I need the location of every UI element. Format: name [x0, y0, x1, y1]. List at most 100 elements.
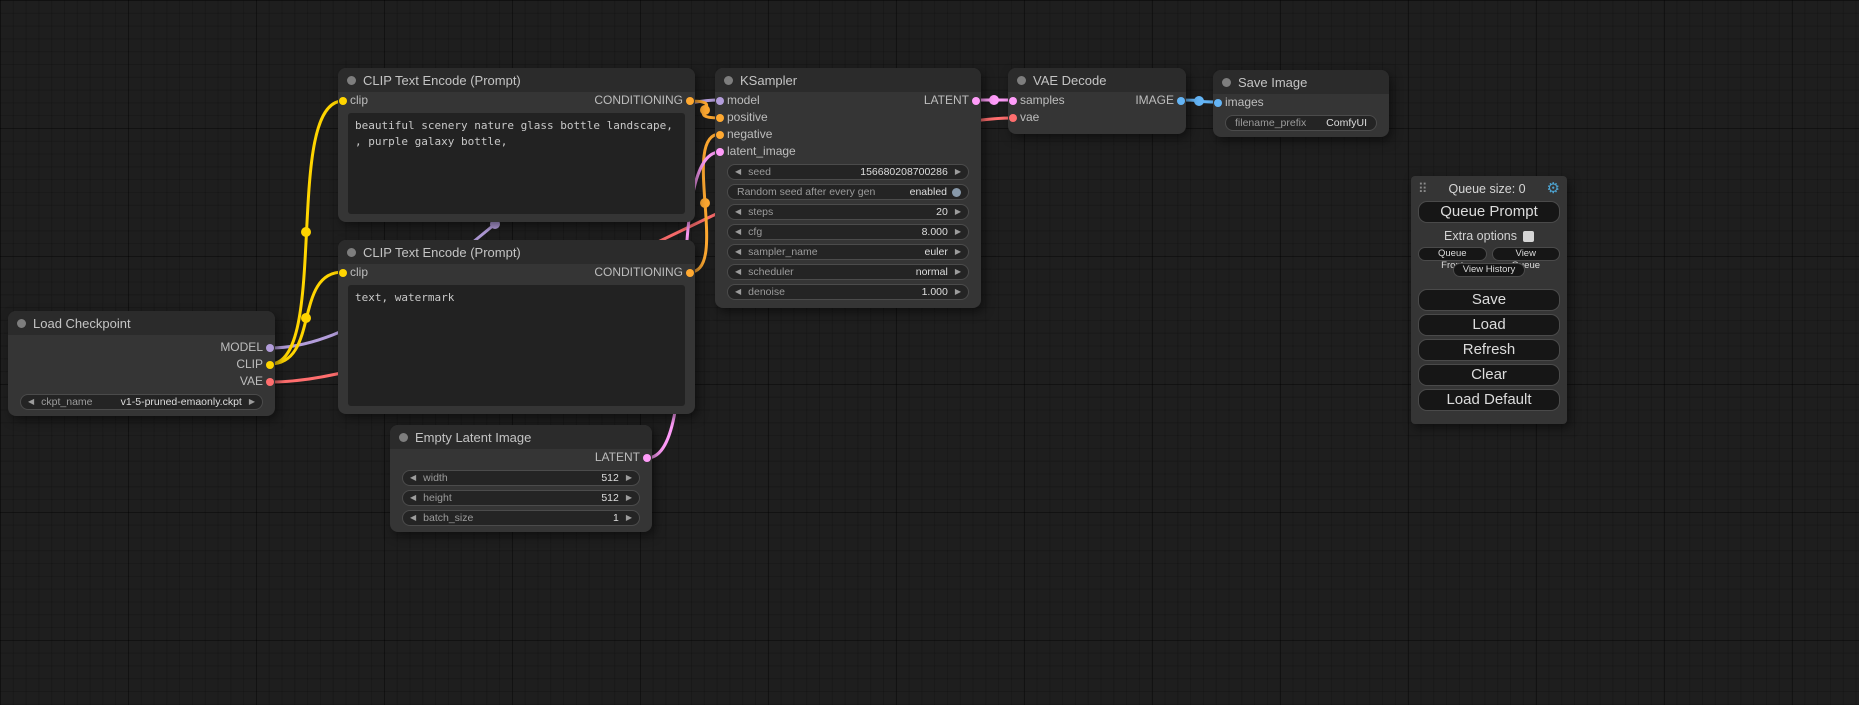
view-queue-button[interactable]: View Queue — [1492, 247, 1561, 261]
load-default-button[interactable]: Load Default — [1418, 389, 1560, 411]
sampler-name-widget[interactable]: ◀ sampler_name euler ▶ — [727, 244, 969, 260]
widget-value: 156680208700286 — [860, 166, 948, 178]
conditioning-output-label: CONDITIONING — [594, 264, 683, 281]
node-ksampler[interactable]: KSampler model LATENT positive negative … — [715, 68, 981, 308]
ckpt-name-widget[interactable]: ◀ ckpt_name v1-5-pruned-emaonly.ckpt ▶ — [20, 394, 263, 410]
decrement-arrow-icon[interactable]: ◀ — [735, 208, 741, 216]
collapse-dot-icon[interactable] — [17, 319, 26, 328]
images-input-slot[interactable] — [1214, 99, 1222, 107]
batch-size-widget[interactable]: ◀ batch_size 1 ▶ — [402, 510, 640, 526]
clip-input-slot[interactable] — [339, 269, 347, 277]
positive-prompt-input[interactable]: beautiful scenery nature glass bottle la… — [348, 113, 685, 214]
vae-output-slot[interactable] — [266, 378, 274, 386]
toggle-indicator-icon[interactable] — [952, 188, 961, 197]
increment-arrow-icon[interactable]: ▶ — [249, 398, 255, 406]
decrement-arrow-icon[interactable]: ◀ — [28, 398, 34, 406]
conditioning-output-slot[interactable] — [686, 269, 694, 277]
widget-name: seed — [748, 166, 771, 178]
collapse-dot-icon[interactable] — [1222, 78, 1231, 87]
decrement-arrow-icon[interactable]: ◀ — [735, 288, 741, 296]
queue-front-button[interactable]: Queue Front — [1418, 247, 1487, 261]
node-clip-text-encode-positive[interactable]: CLIP Text Encode (Prompt) clip CONDITION… — [338, 68, 695, 222]
node-empty-latent-image[interactable]: Empty Latent Image LATENT ◀ width 512 ▶ … — [390, 425, 652, 532]
increment-arrow-icon[interactable]: ▶ — [955, 288, 961, 296]
save-button[interactable]: Save — [1418, 289, 1560, 311]
denoise-widget[interactable]: ◀ denoise 1.000 ▶ — [727, 284, 969, 300]
samples-input-slot[interactable] — [1009, 97, 1017, 105]
queue-prompt-button[interactable]: Queue Prompt — [1418, 201, 1560, 223]
increment-arrow-icon[interactable]: ▶ — [955, 168, 961, 176]
decrement-arrow-icon[interactable]: ◀ — [410, 474, 416, 482]
node-save-image[interactable]: Save Image images filename_prefix ComfyU… — [1213, 70, 1389, 137]
refresh-button[interactable]: Refresh — [1418, 339, 1560, 361]
latent-output-slot[interactable] — [643, 454, 651, 462]
model-input-label: model — [727, 92, 760, 109]
decrement-arrow-icon[interactable]: ◀ — [735, 268, 741, 276]
extra-options-checkbox[interactable] — [1523, 231, 1534, 242]
random-seed-toggle-widget[interactable]: Random seed after every gen enabled — [727, 184, 969, 200]
positive-input-label: positive — [727, 109, 768, 126]
increment-arrow-icon[interactable]: ▶ — [955, 248, 961, 256]
increment-arrow-icon[interactable]: ▶ — [955, 268, 961, 276]
link-midpoint-dot — [301, 227, 311, 237]
decrement-arrow-icon[interactable]: ◀ — [735, 168, 741, 176]
collapse-dot-icon[interactable] — [724, 76, 733, 85]
model-output-slot[interactable] — [266, 344, 274, 352]
node-title-bar[interactable]: KSampler — [715, 68, 981, 92]
scheduler-widget[interactable]: ◀ scheduler normal ▶ — [727, 264, 969, 280]
conditioning-output-slot[interactable] — [686, 97, 694, 105]
steps-widget[interactable]: ◀ steps 20 ▶ — [727, 204, 969, 220]
increment-arrow-icon[interactable]: ▶ — [626, 514, 632, 522]
increment-arrow-icon[interactable]: ▶ — [955, 228, 961, 236]
vae-output-label: VAE — [240, 373, 263, 390]
node-title-bar[interactable]: CLIP Text Encode (Prompt) — [338, 68, 695, 92]
node-title-bar[interactable]: Empty Latent Image — [390, 425, 652, 449]
clip-output-slot[interactable] — [266, 361, 274, 369]
node-graph-canvas[interactable]: Load Checkpoint MODEL CLIP VAE ◀ ckpt_na… — [0, 0, 1859, 705]
negative-prompt-input[interactable]: text, watermark — [348, 285, 685, 406]
latent-image-input-slot[interactable] — [716, 148, 724, 156]
width-widget[interactable]: ◀ width 512 ▶ — [402, 470, 640, 486]
decrement-arrow-icon[interactable]: ◀ — [735, 248, 741, 256]
node-vae-decode[interactable]: VAE Decode samples IMAGE vae — [1008, 68, 1186, 134]
decrement-arrow-icon[interactable]: ◀ — [410, 494, 416, 502]
node-title-bar[interactable]: Save Image — [1213, 70, 1389, 94]
drag-handle-icon[interactable]: ⠿ — [1418, 182, 1428, 195]
settings-gear-icon[interactable]: ⚙ — [1547, 181, 1560, 196]
collapse-dot-icon[interactable] — [1017, 76, 1026, 85]
decrement-arrow-icon[interactable]: ◀ — [735, 228, 741, 236]
increment-arrow-icon[interactable]: ▶ — [626, 494, 632, 502]
positive-input-slot[interactable] — [716, 114, 724, 122]
clip-input-slot[interactable] — [339, 97, 347, 105]
cfg-widget[interactable]: ◀ cfg 8.000 ▶ — [727, 224, 969, 240]
link-midpoint-dot — [989, 95, 999, 105]
latent-output-label: LATENT — [924, 92, 969, 109]
increment-arrow-icon[interactable]: ▶ — [626, 474, 632, 482]
node-title-bar[interactable]: VAE Decode — [1008, 68, 1186, 92]
node-load-checkpoint[interactable]: Load Checkpoint MODEL CLIP VAE ◀ ckpt_na… — [8, 311, 275, 416]
model-input-slot[interactable] — [716, 97, 724, 105]
increment-arrow-icon[interactable]: ▶ — [955, 208, 961, 216]
vae-input-slot[interactable] — [1009, 114, 1017, 122]
latent-output-slot[interactable] — [972, 97, 980, 105]
seed-widget[interactable]: ◀ seed 156680208700286 ▶ — [727, 164, 969, 180]
queue-buttons-row: Queue Front View Queue — [1418, 247, 1560, 261]
collapse-dot-icon[interactable] — [399, 433, 408, 442]
node-title-bar[interactable]: CLIP Text Encode (Prompt) — [338, 240, 695, 264]
height-widget[interactable]: ◀ height 512 ▶ — [402, 490, 640, 506]
queue-menu-panel[interactable]: ⠿ Queue size: 0 ⚙ Queue Prompt Extra opt… — [1411, 176, 1567, 424]
negative-input-slot[interactable] — [716, 131, 724, 139]
view-history-button[interactable]: View History — [1453, 263, 1525, 277]
image-output-slot[interactable] — [1177, 97, 1185, 105]
clear-button[interactable]: Clear — [1418, 364, 1560, 386]
node-clip-text-encode-negative[interactable]: CLIP Text Encode (Prompt) clip CONDITION… — [338, 240, 695, 414]
collapse-dot-icon[interactable] — [347, 76, 356, 85]
slot-row: images — [1213, 94, 1389, 111]
filename-prefix-widget[interactable]: filename_prefix ComfyUI — [1225, 115, 1377, 131]
load-button[interactable]: Load — [1418, 314, 1560, 336]
slot-row: CLIP — [8, 356, 275, 373]
decrement-arrow-icon[interactable]: ◀ — [410, 514, 416, 522]
node-title-bar[interactable]: Load Checkpoint — [8, 311, 275, 335]
widget-name: scheduler — [748, 266, 794, 278]
collapse-dot-icon[interactable] — [347, 248, 356, 257]
